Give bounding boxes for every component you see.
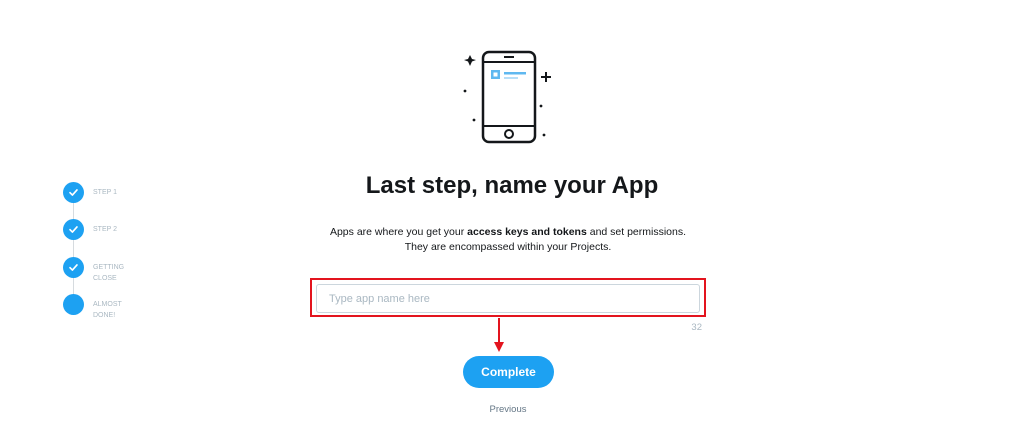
description-prefix: Apps are where you get your xyxy=(329,226,468,238)
arrow-down-icon xyxy=(494,318,504,352)
step-4-current-circle xyxy=(63,294,84,315)
checkmark-icon xyxy=(69,189,78,196)
char-count: 32 xyxy=(691,322,702,333)
complete-button[interactable]: Complete xyxy=(463,356,554,388)
checkmark-icon xyxy=(69,226,78,233)
step-3-done-circle xyxy=(63,257,84,278)
app-name-input[interactable] xyxy=(316,284,700,313)
progress-steps: STEP 1 STEP 2 GETTING CLOSE ALMOST DONE! xyxy=(60,182,180,332)
page-title: Last step, name your App xyxy=(365,172,659,199)
description-bold: access keys and tokens xyxy=(467,226,587,238)
smartphone-illustration-icon xyxy=(463,50,551,144)
description-suffix: and set permissions. xyxy=(586,226,687,238)
step-2-done-circle xyxy=(63,219,84,240)
step-4-label: ALMOST DONE! xyxy=(93,301,122,319)
step-1-done-circle xyxy=(63,182,84,203)
step-3-label: GETTING CLOSE xyxy=(93,264,125,282)
checkmark-icon xyxy=(69,264,78,271)
description-line-2: They are encompassed within your Project… xyxy=(404,241,612,253)
step-3: GETTING CLOSE xyxy=(63,257,137,284)
previous-link[interactable]: Previous xyxy=(458,404,558,415)
step-4: ALMOST DONE! xyxy=(63,294,137,321)
page-description: Apps are where you get your access keys … xyxy=(0,225,1016,255)
